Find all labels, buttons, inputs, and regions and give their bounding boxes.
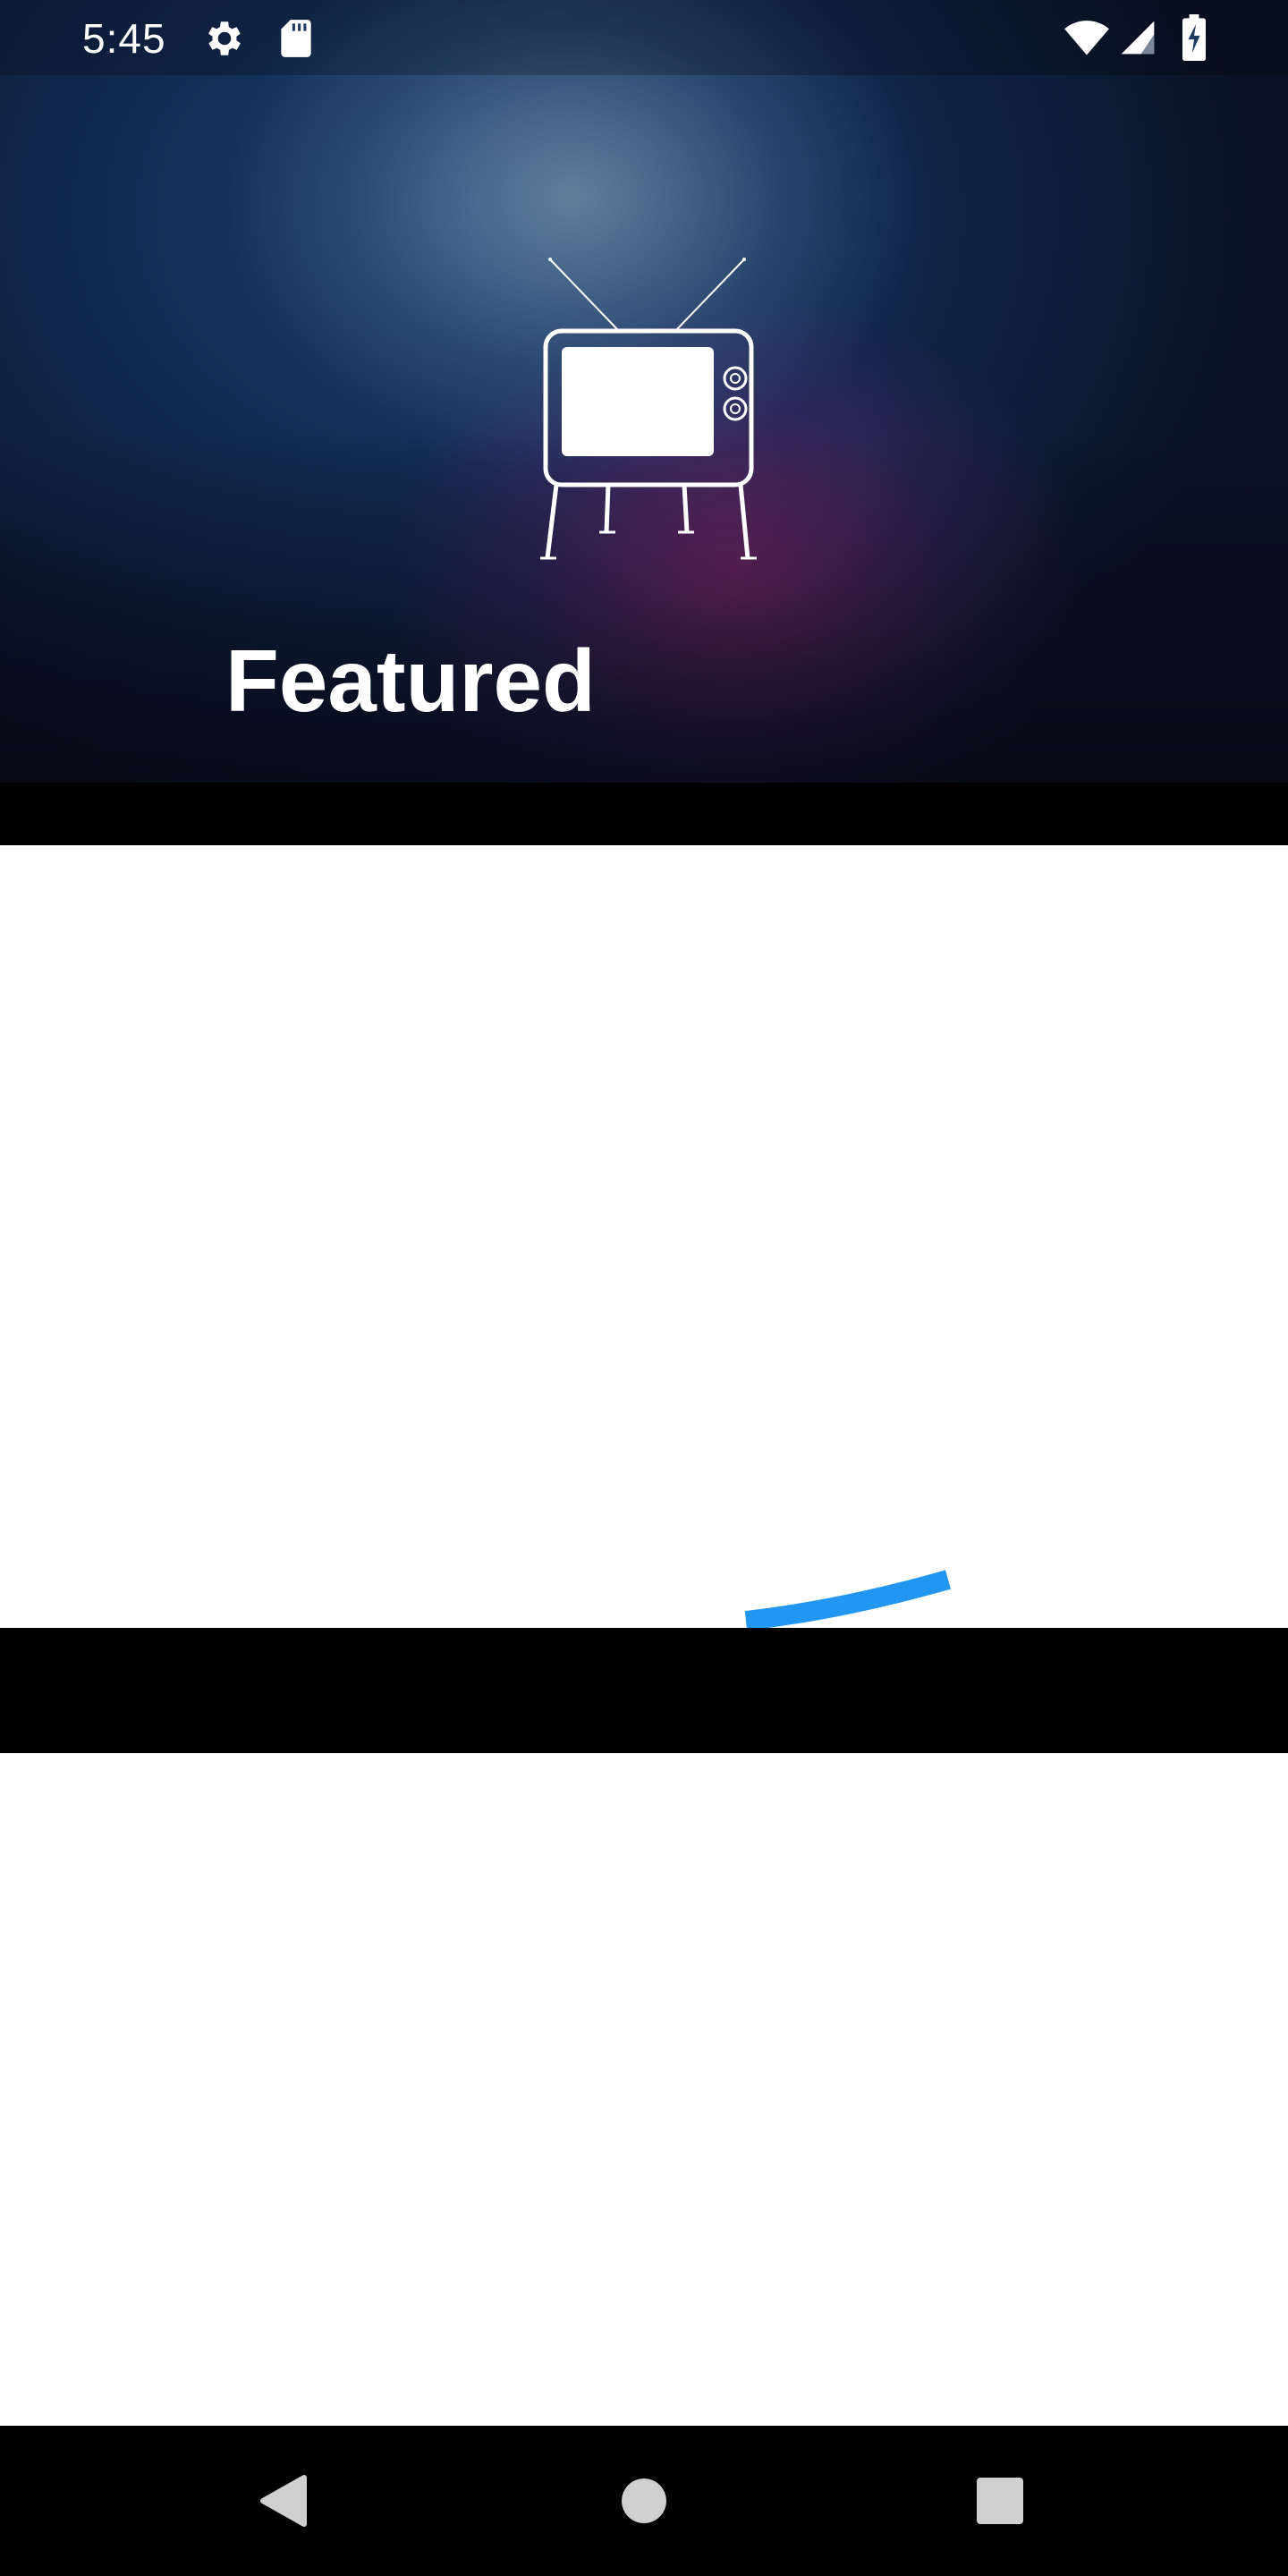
- system-navigation-bar: [0, 2426, 1288, 2576]
- tv-icon: [540, 258, 757, 560]
- wifi-icon: [1064, 21, 1109, 55]
- content-panel: [0, 1753, 1288, 2426]
- divider-bar: [0, 783, 1288, 845]
- cell-signal-icon: [1121, 21, 1155, 55]
- home-icon[interactable]: [608, 2465, 680, 2537]
- sd-card-icon: [281, 20, 311, 57]
- content-panel: [0, 845, 1288, 1628]
- back-icon[interactable]: [249, 2465, 320, 2537]
- featured-header: 5:45 Featured: [0, 0, 1288, 783]
- gear-icon: [208, 21, 241, 55]
- page-title: Featured: [225, 631, 596, 730]
- status-time: 5:45: [82, 15, 166, 62]
- status-bar: 5:45: [0, 0, 1288, 75]
- app-screen: 5:45 Featured: [0, 0, 1288, 2576]
- divider-bar: [0, 1628, 1288, 1753]
- spinner-arc: [744, 1570, 951, 1631]
- recents-icon[interactable]: [964, 2465, 1036, 2537]
- battery-charging-icon: [1182, 14, 1206, 61]
